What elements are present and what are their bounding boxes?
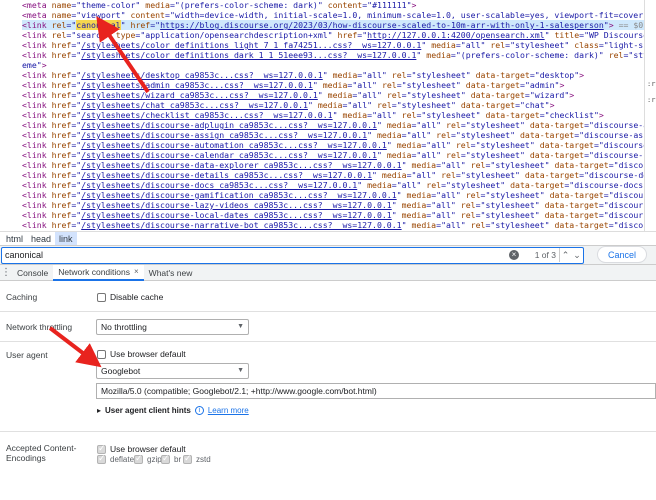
source-line[interactable]: <link href="/stylesheets/discourse-detai…: [22, 170, 644, 180]
source-line[interactable]: <link href="/stylesheets/color_definitio…: [22, 50, 644, 60]
deflate-label: deflate: [110, 455, 135, 464]
encoding-deflate[interactable]: deflate: [97, 453, 135, 464]
disable-cache-checkbox-row[interactable]: Disable cache: [97, 292, 163, 302]
next-match-icon[interactable]: ⌄: [571, 248, 583, 262]
chevron-down-icon: ▼: [237, 323, 244, 330]
breadcrumb: html head link: [0, 231, 656, 246]
source-line[interactable]: <link href="/stylesheets/discourse-calen…: [22, 150, 644, 160]
br-checkbox[interactable]: [161, 453, 170, 464]
match-count: 1 of 3: [534, 249, 556, 260]
more-tools-icon[interactable]: ⋮: [0, 267, 12, 278]
divider: [0, 311, 656, 312]
close-tab-icon[interactable]: ×: [134, 264, 139, 280]
source-line[interactable]: <link rel="search" type="application/ope…: [22, 30, 644, 40]
client-hints-label: User agent client hints: [105, 406, 191, 415]
accepted-encodings-label: Accepted Content-Encodings: [6, 443, 77, 463]
tab-label: Console: [17, 267, 49, 278]
throttling-value: No throttling: [101, 322, 147, 332]
throttling-label: Network throttling: [6, 322, 73, 332]
disable-cache-checkbox[interactable]: [97, 292, 106, 302]
find-bar: × 1 of 3 ⌃ ⌄: [0, 245, 656, 265]
source-line[interactable]: <meta name="viewport" content="width=dev…: [22, 10, 644, 20]
user-agent-string-field[interactable]: Mozilla/5.0 (compatible; Googlebot/2.1; …: [96, 383, 656, 399]
tab-network-conditions[interactable]: Network conditions ×: [53, 264, 144, 281]
ua-default-checkbox-row[interactable]: Use browser default: [97, 349, 186, 359]
user-agent-value: Googlebot: [101, 366, 141, 376]
breadcrumb-item-link[interactable]: link: [55, 231, 77, 246]
breadcrumb-item-html[interactable]: html: [2, 232, 27, 246]
source-line[interactable]: <link href="/stylesheets/admin_ca9853c..…: [22, 80, 644, 90]
elements-source-panel[interactable]: <meta name="theme-color" media="(prefers…: [0, 0, 644, 231]
source-line[interactable]: <link href="/stylesheets/discourse-narra…: [22, 220, 644, 230]
source-line[interactable]: <link href="/stylesheets/discourse-gamif…: [22, 190, 644, 200]
user-agent-select[interactable]: Googlebot ▼: [96, 363, 249, 379]
source-line[interactable]: <link href="/stylesheets/discourse-local…: [22, 210, 644, 220]
previous-match-icon[interactable]: ⌃: [559, 247, 571, 262]
selected-source-line[interactable]: <link rel="canonical" href="https://blog…: [22, 20, 644, 30]
drawer-tabbar: ⋮ Console Network conditions × What's ne…: [0, 264, 656, 281]
encodings-default-label: Use browser default: [110, 444, 186, 454]
expand-arrow-icon[interactable]: ▸: [97, 406, 101, 415]
tab-whats-new[interactable]: What's new: [144, 265, 198, 281]
source-line[interactable]: <link href="/stylesheets/discourse-docs_…: [22, 180, 644, 190]
gzip-checkbox[interactable]: [134, 453, 143, 464]
network-conditions-panel: Caching Disable cache Network throttling…: [0, 281, 656, 500]
breadcrumb-item-head[interactable]: head: [27, 232, 55, 246]
source-line[interactable]: <link href="/stylesheets/discourse-data-…: [22, 160, 644, 170]
deflate-checkbox[interactable]: [97, 453, 106, 464]
cancel-button[interactable]: Cancel: [597, 246, 647, 263]
source-line[interactable]: <link href="/stylesheets/checklist_ca985…: [22, 110, 644, 120]
tab-console[interactable]: Console: [12, 265, 53, 281]
zstd-checkbox[interactable]: [183, 453, 192, 464]
disable-cache-label: Disable cache: [110, 292, 164, 302]
ua-default-checkbox[interactable]: [97, 349, 106, 359]
styles-gutter: :r :r: [644, 0, 656, 231]
divider: [0, 341, 656, 342]
user-agent-string: Mozilla/5.0 (compatible; Googlebot/2.1; …: [101, 386, 377, 396]
find-box: × 1 of 3 ⌃ ⌄: [1, 246, 584, 264]
gutter-text: :r: [647, 80, 656, 88]
tab-label: Network conditions: [58, 266, 130, 277]
source-line[interactable]: <link href="/stylesheets/color_definitio…: [22, 40, 644, 50]
source-line[interactable]: <link href="/stylesheets/discourse-autom…: [22, 140, 644, 150]
divider: [0, 431, 656, 432]
zstd-label: zstd: [196, 455, 211, 464]
chevron-down-icon: ▼: [237, 367, 244, 374]
tab-label: What's new: [148, 267, 193, 278]
ua-default-label: Use browser default: [110, 349, 186, 359]
html-source-tree[interactable]: <meta name="theme-color" media="(prefers…: [0, 0, 644, 231]
source-line[interactable]: eme">: [22, 60, 644, 70]
source-line[interactable]: <link href="/stylesheets/discourse-lazy-…: [22, 200, 644, 210]
gutter-text: :r: [647, 96, 656, 104]
source-line[interactable]: <link href="/stylesheets/discourse-assig…: [22, 130, 644, 140]
source-line[interactable]: <link href="/stylesheets/discourse-adplu…: [22, 120, 644, 130]
throttling-select[interactable]: No throttling ▼: [96, 319, 249, 335]
source-line[interactable]: <meta name="theme-color" media="(prefers…: [22, 0, 644, 10]
source-line[interactable]: <link href="/stylesheets/chat_ca9853c...…: [22, 100, 644, 110]
encoding-gzip[interactable]: gzip: [134, 453, 162, 464]
caching-label: Caching: [6, 292, 38, 302]
encoding-br[interactable]: br: [161, 453, 182, 464]
encoding-zstd[interactable]: zstd: [183, 453, 211, 464]
gzip-label: gzip: [147, 455, 162, 464]
find-input[interactable]: [2, 248, 502, 262]
br-label: br: [174, 455, 182, 464]
info-icon: i: [194, 406, 204, 415]
user-agent-label: User agent: [6, 350, 48, 360]
source-line[interactable]: <link href="/stylesheets/desktop_ca9853c…: [22, 70, 644, 80]
learn-more-link[interactable]: Learn more: [208, 406, 249, 415]
source-line[interactable]: <link href="/stylesheets/wizard_ca9853c.…: [22, 90, 644, 100]
client-hints-row[interactable]: ▸ User agent client hints i Learn more: [97, 406, 249, 415]
clear-search-icon[interactable]: ×: [509, 249, 519, 260]
